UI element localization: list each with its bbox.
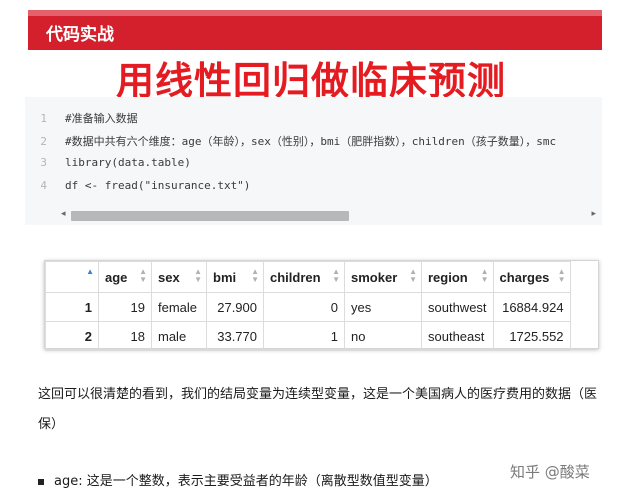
body-paragraph: 这回可以很清楚的看到，我们的结局变量为连续型变量，这是一个美国病人的医疗费用的数… (38, 387, 598, 432)
cell-bmi: 33.770 (206, 321, 264, 351)
banner-highlight-strip (28, 10, 602, 16)
bullet-text: age: 这是一个整数，表示主要受益者的年龄（离散型数值型变量） (54, 474, 438, 489)
line-number: 2 (40, 135, 47, 148)
code-line: 2 #数据中共有六个维度：age（年龄），sex（性别），bmi（肥胖指数），ch… (25, 133, 556, 153)
column-header-index[interactable]: ▲ (45, 261, 99, 293)
sort-icon[interactable]: ▲ ▼ (409, 268, 417, 284)
line-number: 4 (40, 179, 47, 192)
bullet-item: age: 这是一个整数，表示主要受益者的年龄（离散型数值型变量） (38, 470, 438, 489)
line-number: 1 (40, 112, 47, 125)
line-number: 3 (40, 156, 47, 169)
cell-region: southwest (421, 292, 494, 322)
cell-region: southeast (421, 321, 494, 351)
code-line: 4 df <- fread("insurance.txt") (25, 179, 250, 199)
sort-icon[interactable]: ▲ ▼ (194, 268, 202, 284)
code-block: 1 #准备输入数据 2 #数据中共有六个维度：age（年龄），sex（性别），bmi… (25, 97, 602, 225)
table-row: 1 19 female 27.900 0 yes southwest 16884… (45, 292, 571, 322)
cell-sex: male (151, 321, 207, 351)
code-text: library(data.table) (65, 156, 191, 169)
sort-icon[interactable]: ▲ ▼ (481, 268, 489, 284)
code-text: #数据中共有六个维度：age（年龄），sex（性别），bmi（肥胖指数），chi… (65, 135, 557, 148)
sort-up-icon[interactable]: ▲ (86, 268, 94, 276)
bullet-icon (38, 478, 44, 485)
column-header-region[interactable]: region ▲ ▼ (421, 261, 494, 293)
cell-age: 18 (98, 321, 152, 351)
row-index: 1 (45, 292, 99, 322)
scroll-right-arrow-icon[interactable]: ▸ (591, 209, 596, 219)
column-header-bmi[interactable]: bmi ▲ ▼ (206, 261, 264, 293)
cell-charges: 1725.552 (492, 321, 571, 351)
cell-sex: female (151, 292, 207, 322)
sort-icon[interactable]: ▲ ▼ (139, 268, 147, 284)
column-header-smoker[interactable]: smoker ▲ ▼ (344, 261, 422, 293)
column-header-age[interactable]: age ▲ ▼ (98, 261, 152, 293)
scrollbar-thumb[interactable] (71, 211, 349, 221)
horizontal-scrollbar[interactable]: ◂ ▸ (25, 208, 602, 224)
row-index: 2 (45, 321, 99, 351)
column-header-charges[interactable]: charges ▲ ▼ (492, 261, 571, 293)
cell-smoker: no (344, 321, 422, 351)
sort-icon[interactable]: ▲ ▼ (558, 268, 566, 284)
data-table: ▲ age ▲ ▼ sex ▲ ▼ bmi ▲ ▼ children ▲ ▼ smoker ▲ ▼ … (45, 261, 571, 351)
table-row: 2 18 male 33.770 1 no southeast 1725.552 (45, 321, 571, 351)
sort-icon[interactable]: ▲ ▼ (251, 268, 259, 284)
watermark: 知乎 @酸菜 (510, 463, 590, 481)
section-banner (28, 10, 602, 50)
scroll-left-arrow-icon[interactable]: ◂ (61, 209, 66, 219)
code-line: 1 #准备输入数据 (25, 110, 138, 130)
sort-icon[interactable]: ▲ ▼ (332, 268, 340, 284)
code-line: 3 library(data.table) (25, 156, 191, 176)
column-header-children[interactable]: children ▲ ▼ (263, 261, 345, 293)
cell-charges: 16884.924 (492, 292, 571, 322)
column-header-sex[interactable]: sex ▲ ▼ (151, 261, 207, 293)
code-text: df <- fread("insurance.txt") (65, 179, 251, 192)
cell-children: 0 (263, 292, 345, 322)
code-text: #准备输入数据 (65, 112, 138, 125)
cell-age: 19 (98, 292, 152, 322)
table-header-row: ▲ age ▲ ▼ sex ▲ ▼ bmi ▲ ▼ children ▲ ▼ smoker ▲ ▼ … (45, 261, 571, 293)
banner-title: 代码实战 (46, 25, 114, 45)
cell-smoker: yes (344, 292, 422, 322)
cell-children: 1 (263, 321, 345, 351)
cell-bmi: 27.900 (206, 292, 264, 322)
